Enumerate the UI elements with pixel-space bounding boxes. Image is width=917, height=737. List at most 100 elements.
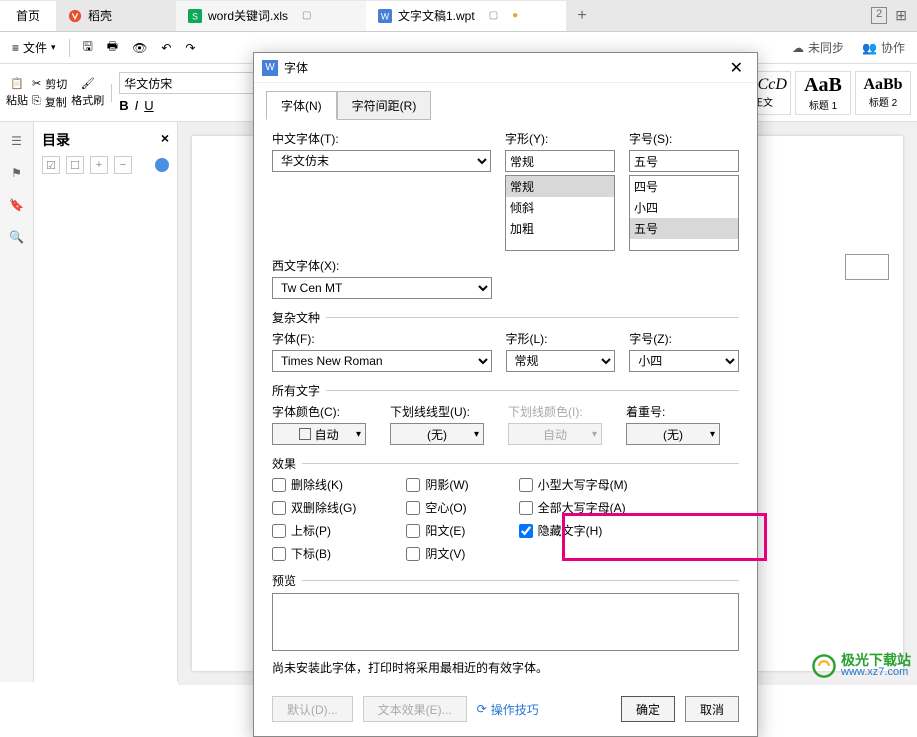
size-label: 字号(S): [629, 130, 739, 147]
style-opt-regular[interactable]: 常规 [506, 176, 614, 197]
chk-engrave[interactable]: 阴文(V) [406, 545, 468, 562]
format-painter-button[interactable]: 🖌 格式刷 [71, 77, 104, 108]
rail-bookmark-icon[interactable]: 🔖 [8, 196, 26, 214]
tab-active-modified-icon: ● [512, 10, 518, 21]
print-icon[interactable]: 🖶 [103, 35, 122, 60]
chk-strikethrough[interactable]: 删除线(K) [272, 476, 356, 493]
tab-xls[interactable]: S word关键词.xls ▢ [176, 1, 366, 31]
rail-search-icon[interactable]: 🔍 [8, 228, 26, 246]
size-opt-s4[interactable]: 小四 [630, 197, 738, 218]
en-font-label: 西文字体(X): [272, 257, 492, 274]
text-effects-button: 文本效果(E)... [363, 696, 467, 722]
cn-font-select[interactable]: 华文仿末 [272, 150, 491, 172]
outline-plus-icon[interactable]: + [90, 156, 108, 174]
play-icon: ⟳ [477, 702, 487, 716]
rail-flag-icon[interactable]: ⚑ [8, 164, 26, 182]
ok-button[interactable]: 确定 [621, 696, 675, 722]
text-box[interactable] [845, 254, 889, 280]
tab-xls-label: word关键词.xls [208, 7, 288, 24]
watermark-url: www.xz7.com [841, 666, 911, 678]
chk-superscript[interactable]: 上标(P) [272, 522, 356, 539]
tab-home[interactable]: 首页 [0, 1, 56, 31]
chk-emboss[interactable]: 阳文(E) [406, 522, 468, 539]
window-grid-icon[interactable]: ⊞ [895, 7, 907, 24]
preview-label: 预览 [272, 572, 296, 589]
paste-button[interactable]: 📋 粘贴 [6, 77, 28, 108]
wpt-icon: W [378, 9, 392, 23]
outline-panel: 目录 × ☑ ☐ + − [34, 122, 178, 682]
outline-box-icon[interactable]: ☐ [66, 156, 84, 174]
font-color-select[interactable]: 自动 [272, 423, 366, 445]
tips-link[interactable]: ⟳操作技巧 [477, 701, 539, 718]
tab-active-restore-icon[interactable]: ▢ [489, 10, 498, 21]
outline-title: 目录 [42, 130, 70, 150]
style-opt-bold[interactable]: 加粗 [506, 218, 614, 239]
cloud-unsynced[interactable]: ☁ 未同步 [788, 37, 848, 58]
xls-icon: S [188, 9, 202, 23]
tab-docer[interactable]: 稻壳 [56, 1, 176, 31]
bold-button[interactable]: B [119, 98, 128, 113]
dialog-titlebar[interactable]: W 字体 ✕ [254, 53, 757, 83]
style-opt-italic[interactable]: 倾斜 [506, 197, 614, 218]
emphasis-select[interactable]: (无) [626, 423, 720, 445]
collab-button[interactable]: 👥 协作 [858, 37, 909, 58]
new-tab-button[interactable]: + [566, 7, 598, 25]
window-counter-icon[interactable]: 2 [871, 7, 887, 24]
chk-subscript[interactable]: 下标(B) [272, 545, 356, 562]
rail-list-icon[interactable]: ☰ [8, 132, 26, 150]
dialog-app-icon: W [262, 60, 278, 76]
cancel-button[interactable]: 取消 [685, 696, 739, 722]
chk-small-caps[interactable]: 小型大写字母(M) [519, 476, 628, 493]
underline-label: 下划线线型(U): [390, 403, 484, 420]
style-heading1[interactable]: AaB标题 1 [795, 71, 851, 115]
c-size-select[interactable]: 小四 [629, 350, 739, 372]
watermark-logo-icon [811, 653, 837, 679]
menu-button[interactable]: ≡ 文件 ▾ [8, 37, 60, 58]
clipboard-icon: 📋 [10, 77, 24, 90]
redo-icon[interactable]: ↷ [181, 39, 199, 57]
underline-select[interactable]: (无) [390, 423, 484, 445]
style-heading2[interactable]: AaBb标题 2 [855, 71, 911, 115]
annotation-highlight [562, 513, 767, 561]
outline-minus-icon[interactable]: − [114, 156, 132, 174]
c-style-select[interactable]: 常规 [506, 350, 616, 372]
svg-text:S: S [192, 11, 198, 21]
style-listbox[interactable]: 常规 倾斜 加粗 [505, 175, 615, 251]
size-input[interactable] [629, 150, 739, 172]
size-opt-5[interactable]: 五号 [630, 218, 738, 239]
dialog-tab-font[interactable]: 字体(N) [266, 91, 337, 120]
size-opt-4[interactable]: 四号 [630, 176, 738, 197]
cut-button[interactable]: ✂剪切 [32, 76, 67, 92]
undo-icon[interactable]: ↶ [157, 39, 175, 57]
copy-icon: ⎘ [32, 95, 41, 108]
chk-outline[interactable]: 空心(O) [406, 499, 468, 516]
file-menu-label: 文件 [23, 39, 47, 56]
watermark: 极光下载站 www.xz7.com [811, 653, 911, 679]
cn-font-label: 中文字体(T): [272, 130, 491, 147]
en-font-select[interactable]: Tw Cen MT [272, 277, 492, 299]
print-preview-icon[interactable]: 👁 [128, 39, 151, 57]
color-swatch-icon [299, 428, 311, 440]
size-listbox[interactable]: 四号 小四 五号 [629, 175, 739, 251]
font-color-label: 字体颜色(C): [272, 403, 366, 420]
style-input[interactable] [505, 150, 615, 172]
save-icon[interactable]: 🖫 [79, 35, 97, 60]
outline-check-icon[interactable]: ☑ [42, 156, 60, 174]
copy-button[interactable]: ⎘复制 [32, 94, 67, 110]
tab-xls-restore-icon[interactable]: ▢ [302, 10, 311, 21]
dialog-close-button[interactable]: ✕ [724, 58, 749, 78]
tab-active-label: 文字文稿1.wpt [398, 7, 475, 24]
document-tabs-bar: 首页 稻壳 S word关键词.xls ▢ W 文字文稿1.wpt ▢ ● + … [0, 0, 917, 32]
c-font-select[interactable]: Times New Roman [272, 350, 492, 372]
emphasis-label: 着重号: [626, 403, 720, 420]
outline-close-icon[interactable]: × [161, 130, 169, 150]
tab-docer-label: 稻壳 [88, 7, 112, 24]
chk-shadow[interactable]: 阴影(W) [406, 476, 468, 493]
tab-active-doc[interactable]: W 文字文稿1.wpt ▢ ● [366, 1, 566, 31]
underline-button[interactable]: U [144, 98, 153, 113]
italic-button[interactable]: I [135, 98, 139, 113]
outline-badge-icon[interactable] [155, 158, 169, 172]
dialog-tab-spacing[interactable]: 字符间距(R) [337, 91, 432, 120]
chk-double-strikethrough[interactable]: 双删除线(G) [272, 499, 356, 516]
watermark-name: 极光下载站 [841, 654, 911, 666]
